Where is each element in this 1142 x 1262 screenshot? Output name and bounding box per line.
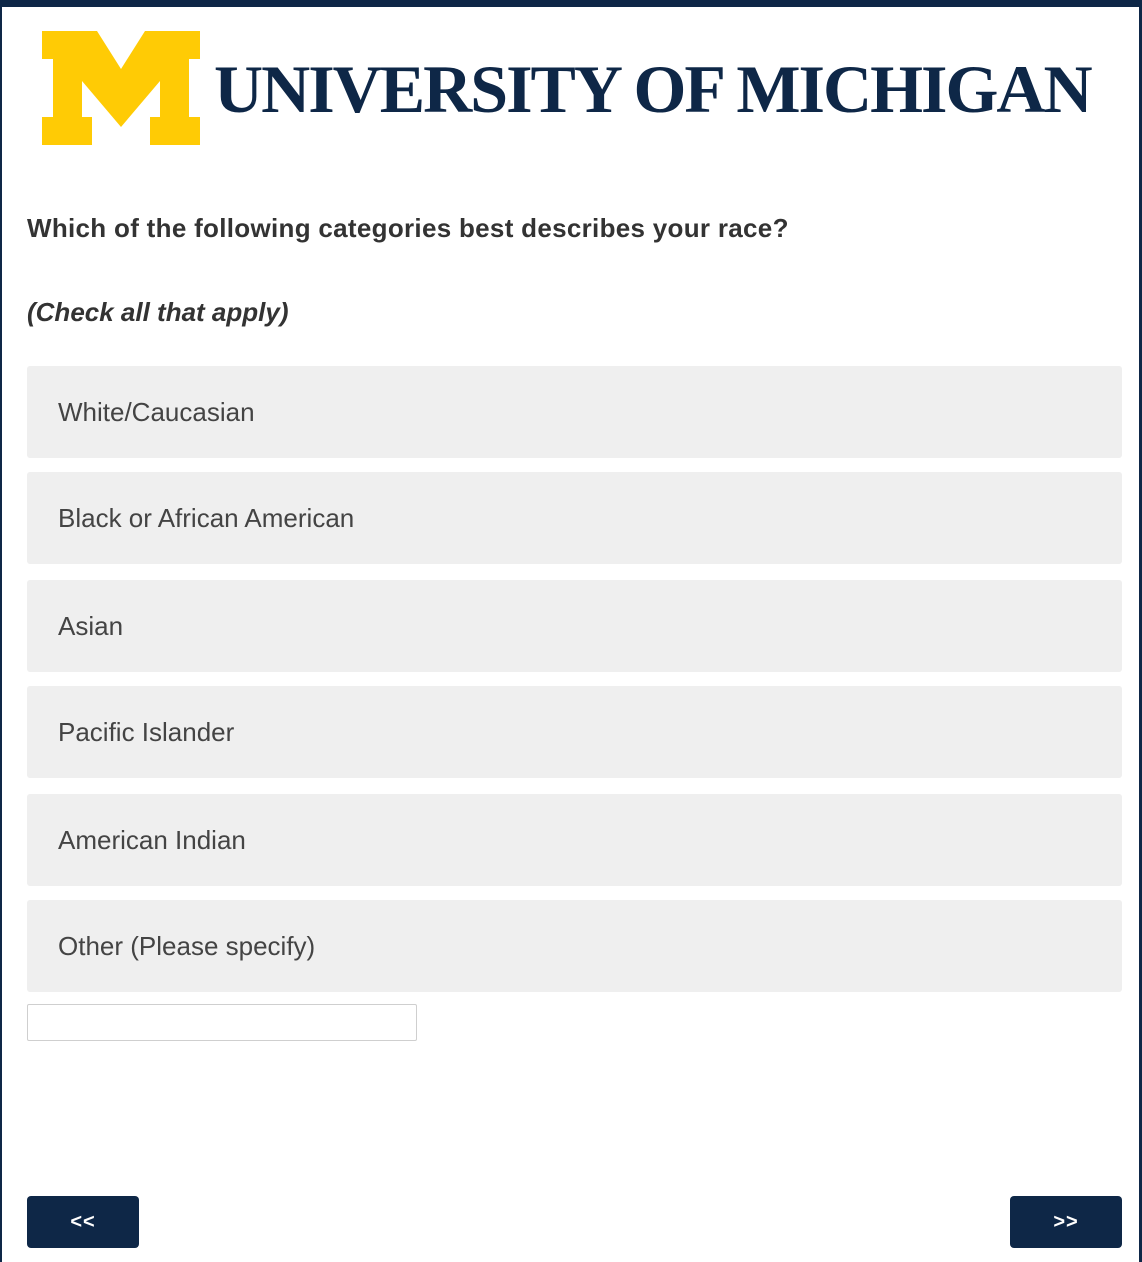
choice-label: American Indian bbox=[58, 825, 246, 855]
choice-asian[interactable]: Asian bbox=[27, 580, 1122, 672]
choice-label: White/Caucasian bbox=[58, 397, 255, 427]
choice-label: Asian bbox=[58, 611, 124, 641]
choice-other[interactable]: Other (Please specify) bbox=[27, 900, 1122, 992]
choice-label: Pacific Islander bbox=[58, 717, 235, 747]
question-instruction: (Check all that apply) bbox=[27, 297, 289, 327]
choice-pacific-islander[interactable]: Pacific Islander bbox=[27, 686, 1122, 778]
choice-label: Other (Please specify) bbox=[58, 931, 316, 961]
choice-white-caucasian[interactable]: White/Caucasian bbox=[27, 366, 1122, 458]
block-m-logo-icon bbox=[42, 31, 200, 145]
question-text: Which of the following categories best d… bbox=[27, 213, 789, 243]
university-wordmark: UNIVERSITY OF MICHIGAN bbox=[214, 51, 1093, 127]
choice-american-indian[interactable]: American Indian bbox=[27, 794, 1122, 886]
next-button[interactable]: >> bbox=[1010, 1196, 1122, 1248]
choice-label: Black or African American bbox=[58, 503, 355, 533]
other-specify-input[interactable] bbox=[27, 1004, 417, 1041]
back-button[interactable]: << bbox=[27, 1196, 139, 1248]
survey-page: UNIVERSITY OF MICHIGAN Which of the foll… bbox=[0, 0, 1142, 1262]
header: UNIVERSITY OF MICHIGAN bbox=[42, 31, 1112, 151]
choice-black-african-american[interactable]: Black or African American bbox=[27, 472, 1122, 564]
